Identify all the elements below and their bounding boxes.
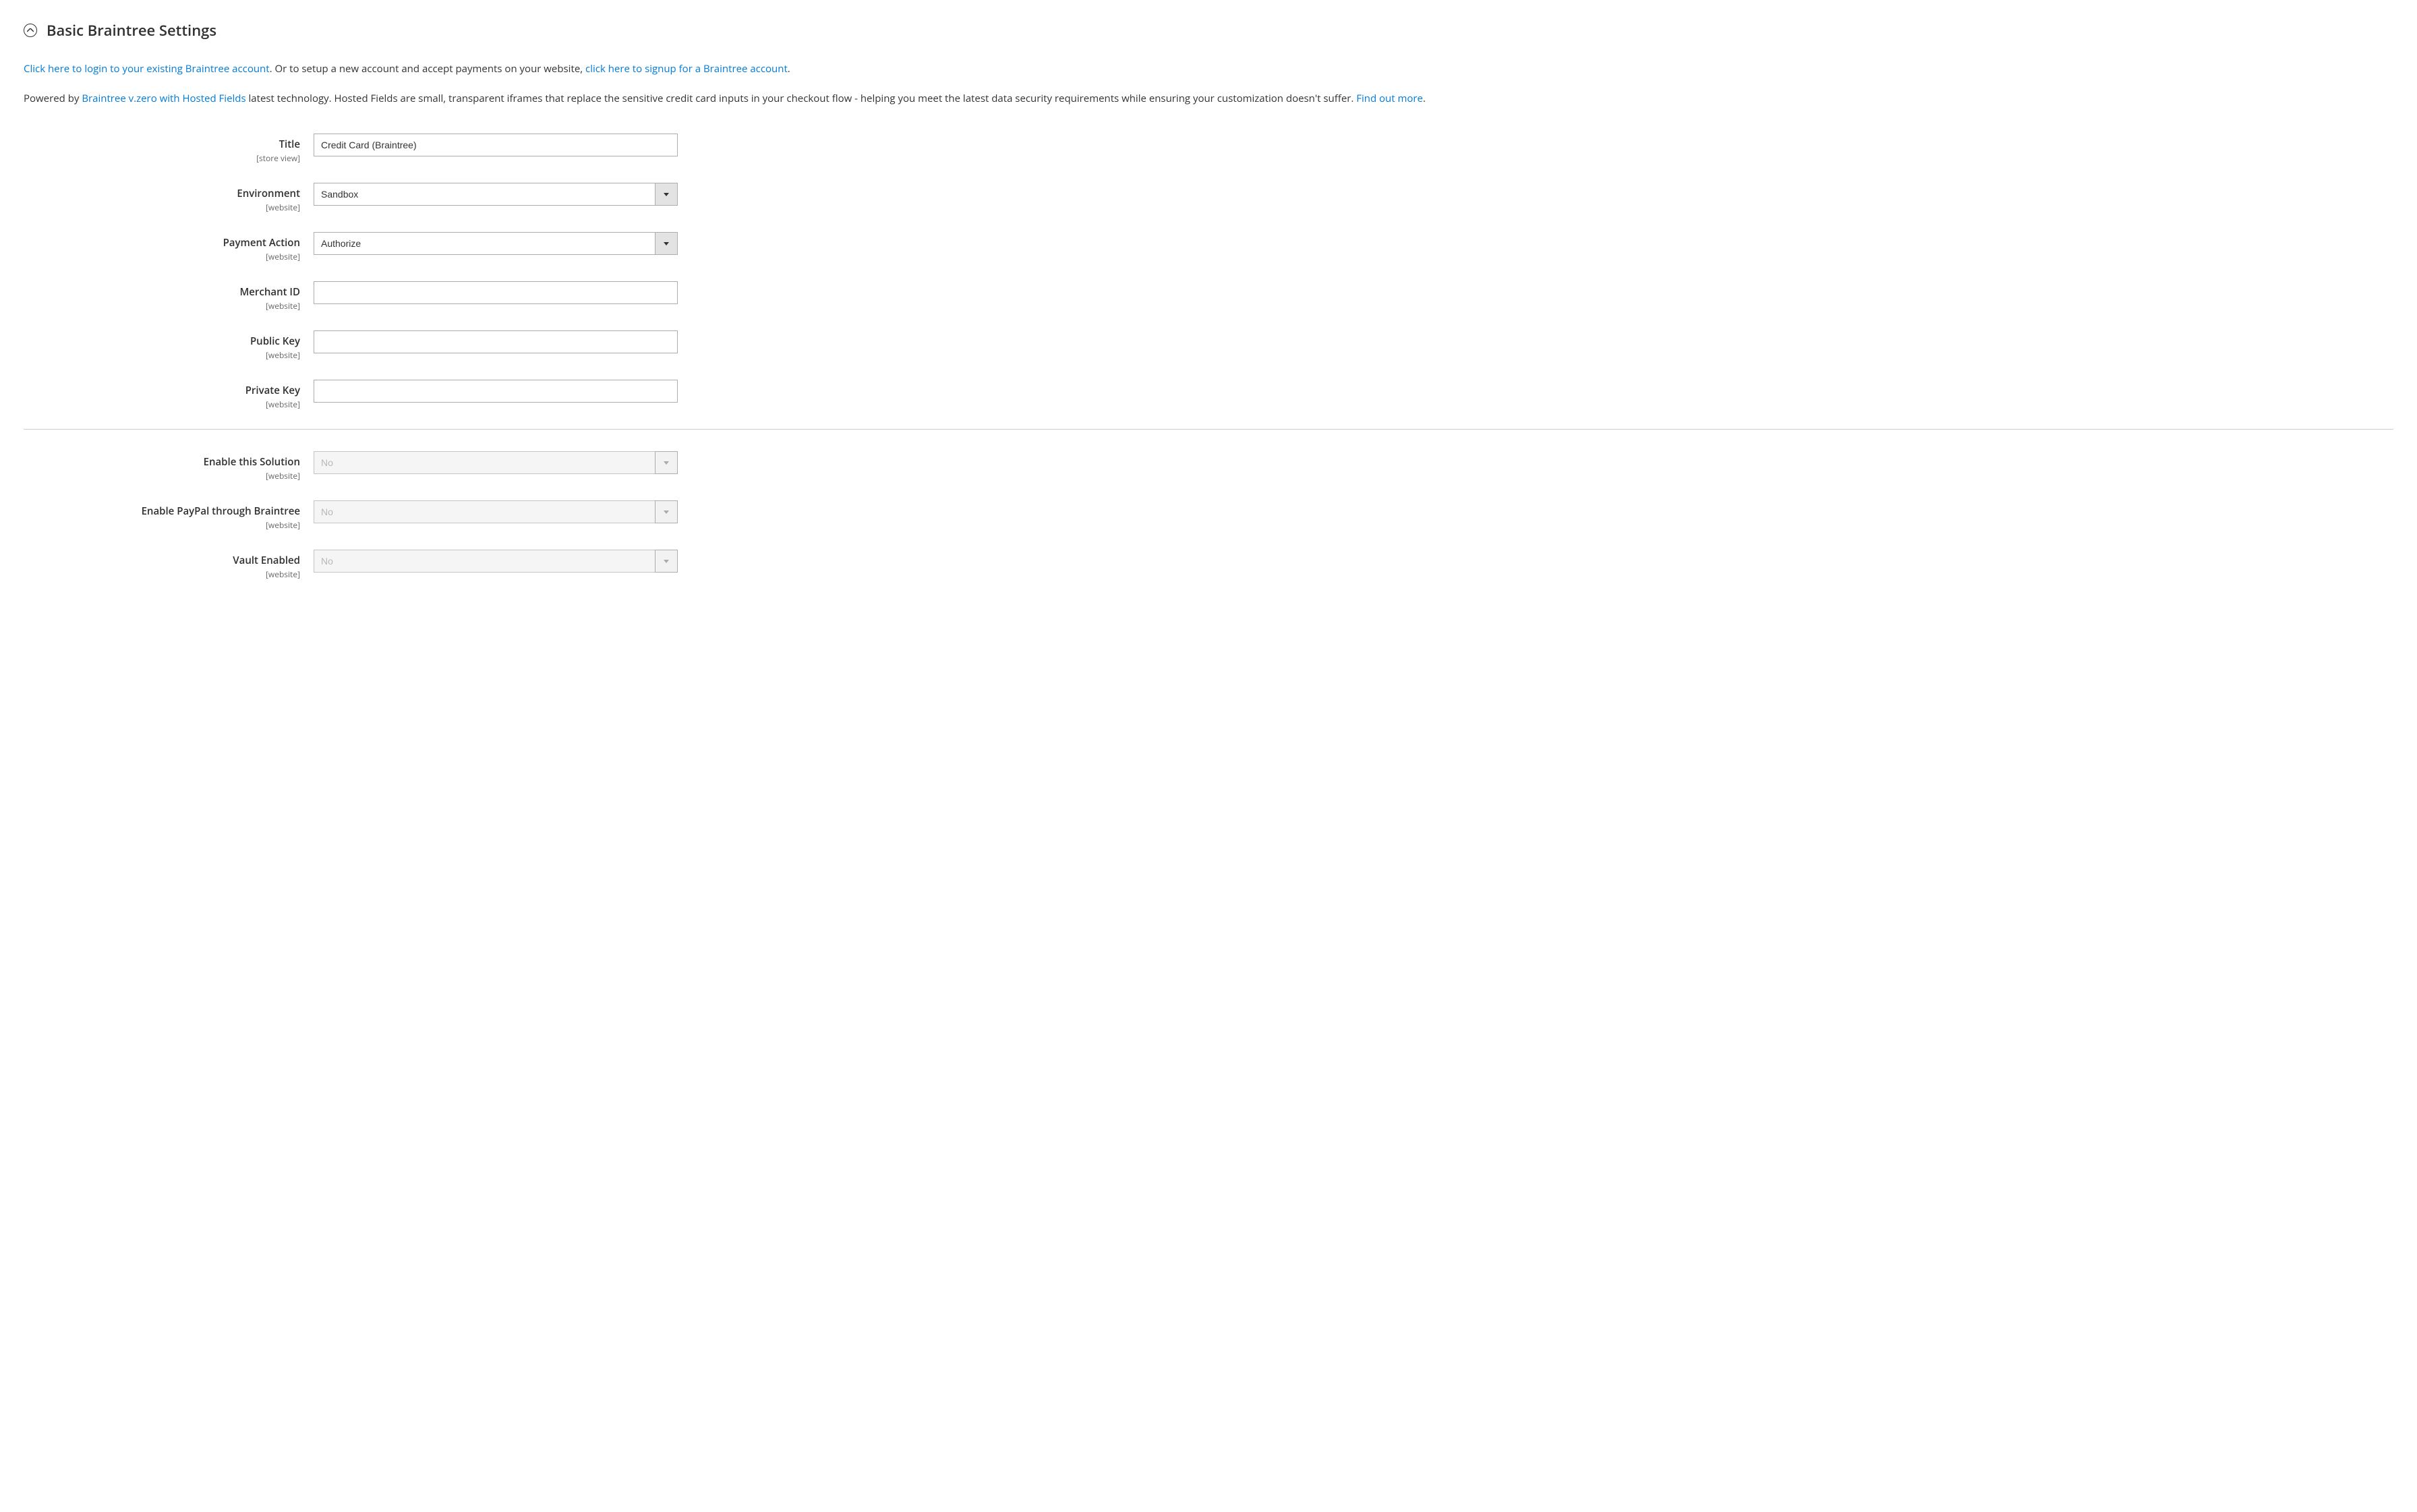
enable-paypal-select: No bbox=[314, 500, 678, 523]
field-scope: [website] bbox=[24, 470, 300, 482]
field-scope: [website] bbox=[24, 519, 300, 531]
input-col bbox=[314, 134, 678, 156]
select-wrapper: Sandbox bbox=[314, 183, 678, 206]
label-col: Enable this Solution [website] bbox=[24, 451, 314, 482]
label-col: Vault Enabled [website] bbox=[24, 550, 314, 580]
intro-paragraph-1: Click here to login to your existing Bra… bbox=[24, 61, 2393, 77]
input-col: Authorize bbox=[314, 232, 678, 255]
field-row-environment: Environment [website] Sandbox bbox=[24, 183, 2393, 213]
field-label: Merchant ID bbox=[24, 285, 300, 299]
intro-text-fragment: Powered by bbox=[24, 92, 82, 105]
signup-link[interactable]: click here to signup for a Braintree acc… bbox=[585, 62, 788, 76]
merchant-id-input[interactable] bbox=[314, 281, 678, 304]
find-out-more-link[interactable]: Find out more bbox=[1356, 92, 1423, 105]
hosted-fields-link[interactable]: Braintree v.zero with Hosted Fields bbox=[82, 92, 245, 105]
field-row-public-key: Public Key [website] bbox=[24, 330, 2393, 361]
field-label: Title bbox=[24, 138, 300, 151]
field-scope: [website] bbox=[24, 202, 300, 213]
divider bbox=[24, 429, 2393, 430]
vault-enabled-select: No bbox=[314, 550, 678, 573]
field-row-vault-enabled: Vault Enabled [website] No bbox=[24, 550, 2393, 580]
input-col: No bbox=[314, 500, 678, 523]
login-link[interactable]: Click here to login to your existing Bra… bbox=[24, 62, 270, 76]
input-col: No bbox=[314, 451, 678, 474]
field-label: Public Key bbox=[24, 335, 300, 348]
intro-text-fragment: latest technology. Hosted Fields are sma… bbox=[246, 92, 1357, 105]
environment-select[interactable]: Sandbox bbox=[314, 183, 678, 206]
enable-solution-select: No bbox=[314, 451, 678, 474]
select-wrapper: No bbox=[314, 550, 678, 573]
intro-text-fragment: . bbox=[1423, 92, 1426, 105]
field-label: Private Key bbox=[24, 384, 300, 397]
field-label: Environment bbox=[24, 187, 300, 200]
field-scope: [website] bbox=[24, 349, 300, 361]
input-col bbox=[314, 380, 678, 403]
private-key-input[interactable] bbox=[314, 380, 678, 403]
form-area: Title [store view] Environment [website]… bbox=[24, 134, 2393, 580]
field-scope: [store view] bbox=[24, 152, 300, 164]
field-label: Enable this Solution bbox=[24, 455, 300, 469]
field-scope: [website] bbox=[24, 399, 300, 410]
collapse-up-icon bbox=[24, 24, 37, 37]
field-row-private-key: Private Key [website] bbox=[24, 380, 2393, 410]
field-label: Enable PayPal through Braintree bbox=[24, 504, 300, 518]
label-col: Private Key [website] bbox=[24, 380, 314, 410]
field-label: Vault Enabled bbox=[24, 554, 300, 567]
input-col: No bbox=[314, 550, 678, 573]
field-row-enable-solution: Enable this Solution [website] No bbox=[24, 451, 2393, 482]
label-col: Public Key [website] bbox=[24, 330, 314, 361]
label-col: Merchant ID [website] bbox=[24, 281, 314, 312]
field-scope: [website] bbox=[24, 569, 300, 580]
field-row-enable-paypal: Enable PayPal through Braintree [website… bbox=[24, 500, 2393, 531]
label-col: Environment [website] bbox=[24, 183, 314, 213]
input-col bbox=[314, 281, 678, 304]
input-col: Sandbox bbox=[314, 183, 678, 206]
field-label: Payment Action bbox=[24, 236, 300, 250]
section-header[interactable]: Basic Braintree Settings bbox=[24, 20, 2393, 40]
intro-text-fragment: . bbox=[788, 62, 790, 76]
label-col: Payment Action [website] bbox=[24, 232, 314, 262]
select-wrapper: No bbox=[314, 500, 678, 523]
label-col: Enable PayPal through Braintree [website… bbox=[24, 500, 314, 531]
field-scope: [website] bbox=[24, 251, 300, 262]
input-col bbox=[314, 330, 678, 353]
label-col: Title [store view] bbox=[24, 134, 314, 164]
intro-paragraph-2: Powered by Braintree v.zero with Hosted … bbox=[24, 90, 2393, 107]
public-key-input[interactable] bbox=[314, 330, 678, 353]
section-title: Basic Braintree Settings bbox=[47, 20, 216, 40]
field-scope: [website] bbox=[24, 300, 300, 312]
field-row-title: Title [store view] bbox=[24, 134, 2393, 164]
payment-action-select[interactable]: Authorize bbox=[314, 232, 678, 255]
field-row-merchant-id: Merchant ID [website] bbox=[24, 281, 2393, 312]
title-input[interactable] bbox=[314, 134, 678, 156]
intro-text-fragment: . Or to setup a new account and accept p… bbox=[270, 62, 585, 76]
select-wrapper: No bbox=[314, 451, 678, 474]
field-row-payment-action: Payment Action [website] Authorize bbox=[24, 232, 2393, 262]
select-wrapper: Authorize bbox=[314, 232, 678, 255]
